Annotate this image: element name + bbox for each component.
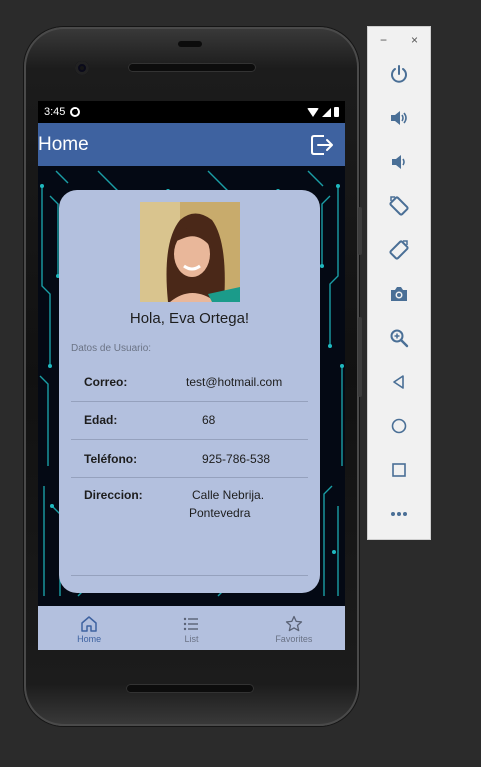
- divider: [71, 477, 308, 478]
- volume-down-button[interactable]: [384, 147, 414, 177]
- phone-label: Teléfono:: [84, 452, 138, 466]
- nav-item-favorites[interactable]: Favorites: [243, 606, 345, 650]
- status-bar: 3:45: [38, 101, 345, 123]
- field-row-address: Direccion: Calle Nebrija. Pontevedra: [71, 488, 308, 528]
- close-button[interactable]: ×: [411, 33, 418, 47]
- back-icon: [393, 375, 404, 389]
- app-bar: Home: [38, 123, 345, 166]
- volume-down-icon: [392, 155, 405, 169]
- signal-icon: [322, 107, 331, 117]
- email-value: test@hotmail.com: [186, 375, 283, 389]
- phone-value: 925-786-538: [202, 452, 271, 466]
- top-speaker: [128, 63, 256, 72]
- star-icon: [285, 615, 302, 631]
- power-button[interactable]: [384, 59, 414, 89]
- overview-icon: [392, 463, 406, 477]
- zoom-button[interactable]: [384, 323, 414, 353]
- address-label: Direccion:: [84, 488, 143, 502]
- rotate-left-icon: [389, 196, 409, 216]
- sync-icon: [70, 107, 81, 117]
- status-time: 3:45: [44, 106, 66, 118]
- list-icon: [184, 617, 199, 630]
- wifi-icon: [307, 107, 319, 117]
- volume-side-button: [358, 207, 362, 255]
- nav-item-home[interactable]: Home: [38, 606, 140, 650]
- divider: [71, 575, 308, 576]
- rotate-right-icon: [389, 240, 409, 260]
- age-label: Edad:: [84, 413, 118, 427]
- field-row-email: Correo: test@hotmail.com: [71, 375, 308, 391]
- top-sensor: [178, 41, 202, 47]
- emulator-window-controls: − ×: [368, 27, 430, 53]
- power-icon: [391, 65, 407, 83]
- minimize-button[interactable]: −: [380, 33, 387, 47]
- camera-icon: [391, 287, 407, 301]
- home-button[interactable]: [384, 411, 414, 441]
- nav-label-list: List: [184, 633, 199, 644]
- divider: [71, 439, 308, 440]
- logout-icon: [311, 135, 333, 155]
- zoom-icon: [390, 329, 409, 348]
- more-button[interactable]: [384, 499, 414, 529]
- overview-button[interactable]: [384, 455, 414, 485]
- phone-screen: 3:45 Home Hola, Eva Ortega! Datos de Usu…: [38, 101, 345, 650]
- person-portrait-icon: [140, 202, 240, 302]
- rotate-left-button[interactable]: [384, 191, 414, 221]
- front-camera: [75, 61, 89, 75]
- age-value: 68: [202, 413, 216, 427]
- bottom-navigation: Home List Favorites: [38, 606, 345, 650]
- battery-icon: [334, 107, 339, 117]
- profile-photo: [140, 202, 240, 302]
- nav-item-list[interactable]: List: [140, 606, 242, 650]
- app-title: Home: [38, 133, 89, 155]
- divider: [71, 401, 308, 402]
- address-value-line1: Calle Nebrija.: [192, 488, 265, 502]
- greeting-text: Hola, Eva Ortega!: [129, 310, 250, 327]
- volume-up-button[interactable]: [384, 103, 414, 133]
- profile-card: Hola, Eva Ortega! Datos de Usuario: Corr…: [59, 190, 320, 593]
- volume-up-icon: [391, 111, 407, 125]
- nav-label-favorites: Favorites: [275, 633, 313, 644]
- nav-label-home: Home: [77, 633, 102, 644]
- more-icon: [391, 512, 407, 516]
- logout-button[interactable]: [309, 132, 335, 158]
- home-icon: [81, 615, 97, 632]
- section-label: Datos de Usuario:: [71, 343, 152, 354]
- field-row-phone: Teléfono: 925-786-538: [71, 452, 308, 468]
- email-label: Correo:: [84, 375, 128, 389]
- screenshot-button[interactable]: [384, 279, 414, 309]
- address-value-line2: Pontevedra: [189, 506, 251, 520]
- back-button[interactable]: [384, 367, 414, 397]
- field-row-age: Edad: 68: [71, 413, 308, 429]
- rotate-right-button[interactable]: [384, 235, 414, 265]
- bottom-speaker: [126, 684, 254, 693]
- power-side-button: [358, 317, 362, 397]
- emulator-toolbar: − ×: [367, 26, 431, 540]
- home-circle-icon: [391, 418, 407, 434]
